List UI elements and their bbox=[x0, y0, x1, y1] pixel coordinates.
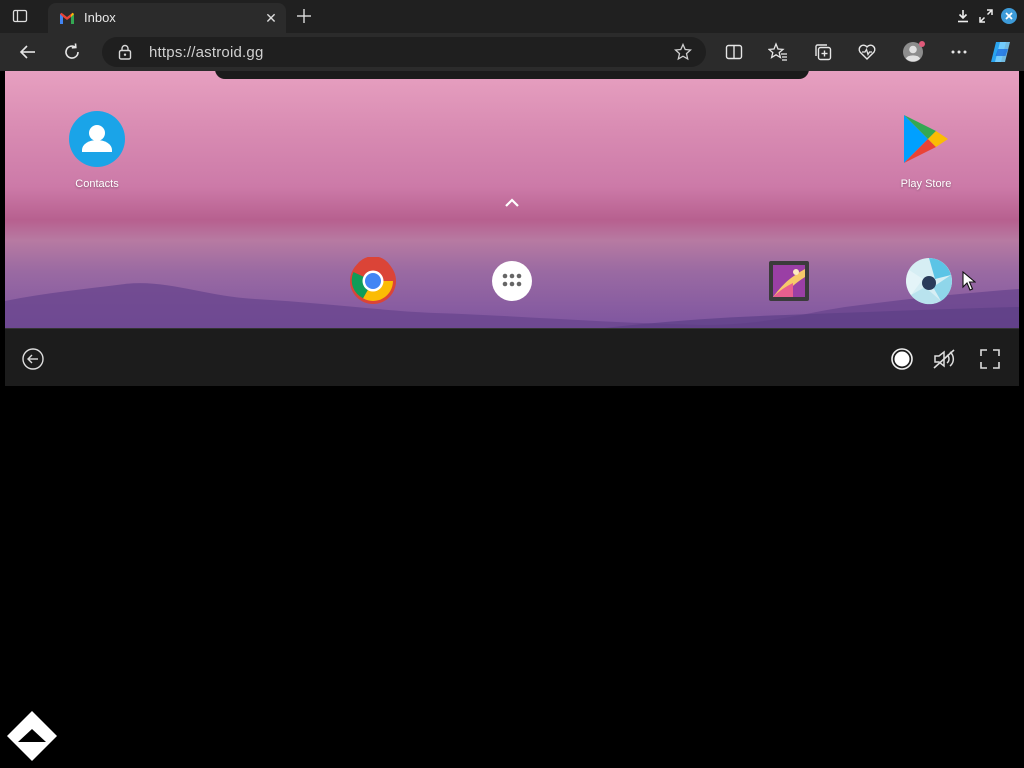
tab-inbox[interactable]: Inbox ✕ bbox=[48, 3, 286, 33]
contacts-icon bbox=[69, 111, 125, 167]
browser-toolbar: https://astroid.gg bbox=[0, 33, 1024, 71]
restore-icon[interactable] bbox=[979, 9, 993, 23]
app-drawer-icon[interactable] bbox=[488, 257, 536, 305]
back-circle-icon[interactable] bbox=[22, 348, 44, 370]
play-store-icon bbox=[904, 115, 948, 163]
android-home-screen[interactable]: Contacts Play Store bbox=[5, 71, 1019, 328]
app-label-play-store: Play Store bbox=[900, 178, 952, 190]
split-screen-icon[interactable] bbox=[724, 42, 744, 62]
mouse-cursor-icon bbox=[962, 271, 976, 291]
refresh-icon[interactable] bbox=[62, 42, 82, 62]
app-label-contacts: Contacts bbox=[75, 178, 119, 190]
more-icon[interactable] bbox=[949, 42, 969, 62]
tab-actions-icon[interactable] bbox=[12, 8, 28, 24]
astroid-logo-icon[interactable] bbox=[6, 710, 58, 762]
volume-muted-icon[interactable] bbox=[932, 348, 956, 370]
plus-icon[interactable] bbox=[295, 7, 313, 25]
browser-window: Inbox ✕ https://astroid.gg Contacts Play… bbox=[0, 0, 1024, 768]
chrome-icon[interactable] bbox=[349, 257, 397, 305]
browser-essentials-icon[interactable] bbox=[857, 42, 877, 62]
camera-icon[interactable] bbox=[905, 257, 953, 305]
close-icon[interactable] bbox=[1001, 8, 1017, 24]
app-contacts[interactable]: Contacts bbox=[52, 111, 142, 190]
back-icon[interactable] bbox=[18, 42, 38, 62]
tab-close-icon[interactable]: ✕ bbox=[264, 11, 278, 25]
copilot-icon[interactable] bbox=[988, 40, 1014, 64]
lock-icon[interactable] bbox=[118, 44, 132, 60]
streaming-control-bar bbox=[5, 328, 1019, 386]
fullscreen-icon[interactable] bbox=[979, 348, 1001, 370]
favorites-icon[interactable] bbox=[768, 42, 788, 62]
download-icon[interactable] bbox=[956, 9, 970, 23]
device-notch bbox=[215, 71, 809, 79]
profile-icon[interactable] bbox=[902, 40, 926, 64]
address-url: https://astroid.gg bbox=[149, 44, 264, 61]
collections-icon[interactable] bbox=[813, 42, 833, 62]
tab-title: Inbox bbox=[84, 10, 116, 25]
address-bar[interactable]: https://astroid.gg bbox=[102, 37, 706, 67]
chevron-up-icon[interactable] bbox=[503, 197, 521, 209]
star-icon[interactable] bbox=[674, 43, 692, 61]
gallery-icon[interactable] bbox=[765, 257, 813, 305]
record-icon[interactable] bbox=[891, 348, 913, 370]
tab-strip: Inbox ✕ bbox=[0, 0, 1024, 33]
gmail-icon bbox=[60, 12, 74, 24]
app-play-store[interactable]: Play Store bbox=[881, 111, 971, 190]
